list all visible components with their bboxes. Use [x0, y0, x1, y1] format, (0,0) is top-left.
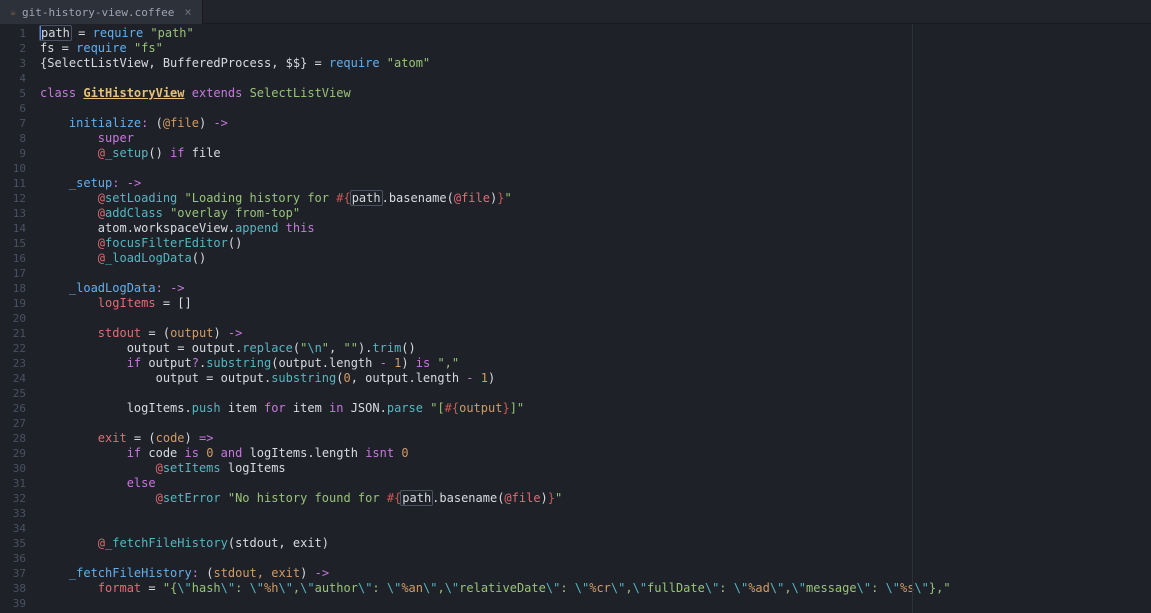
text-cursor [40, 26, 41, 40]
close-icon[interactable]: × [184, 5, 191, 19]
editor: 1 2 3 4 5 6 7 8 9 10 11 12 13 14 15 16 1… [0, 24, 1151, 613]
line-number-gutter: 1 2 3 4 5 6 7 8 9 10 11 12 13 14 15 16 1… [0, 24, 34, 613]
tab-bar: ☕ git-history-view.coffee × [0, 0, 1151, 24]
coffee-file-icon: ☕ [10, 7, 16, 18]
wrap-guide [912, 24, 913, 613]
code-content[interactable]: path = require "path" fs = require "fs" … [34, 24, 1151, 598]
code-area[interactable]: path = require "path" fs = require "fs" … [34, 24, 1151, 613]
tab-git-history-view[interactable]: ☕ git-history-view.coffee × [0, 0, 203, 24]
tab-filename: git-history-view.coffee [22, 6, 174, 19]
